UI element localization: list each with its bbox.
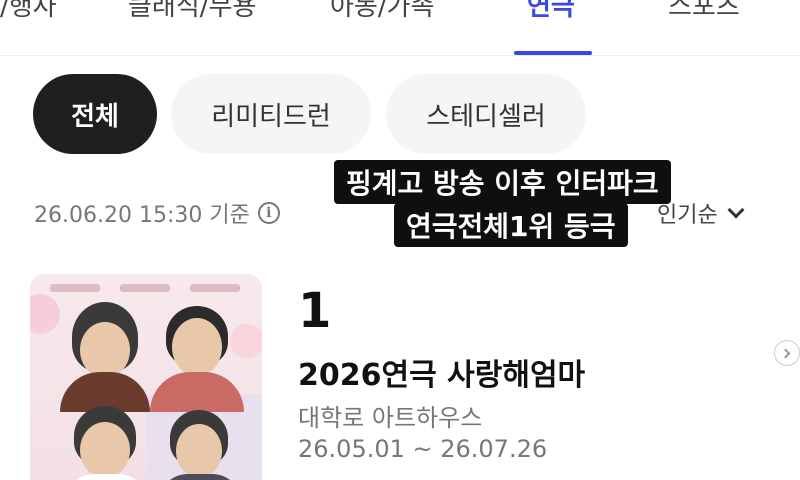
chip-all[interactable]: 전체 [33, 74, 157, 154]
active-tab-indicator [514, 51, 592, 55]
caption-line-1: 핑계고 방송 이후 인터파크 [334, 160, 671, 204]
tab-event[interactable]: /행사 [0, 0, 57, 23]
info-icon[interactable]: i [257, 202, 280, 224]
tab-play[interactable]: 연극 [527, 0, 575, 23]
show-venue: 대학로 아트하우스 [298, 404, 483, 432]
chip-steady-seller[interactable]: 스테디셀러 [386, 74, 586, 154]
ranking-timestamp: 26.06.20 15:30 기준 i [34, 197, 280, 229]
show-title[interactable]: 2026연극 사랑해엄마 [298, 350, 585, 394]
caption-line-2: 연극전체1위 등극 [394, 203, 628, 247]
show-poster[interactable] [30, 274, 262, 480]
tab-classic-dance[interactable]: 클래식/무용 [128, 0, 256, 23]
chevron-right-icon[interactable] [774, 340, 800, 366]
tab-kids-family[interactable]: 아동/가족 [330, 0, 434, 23]
tab-sports[interactable]: 스포츠 [668, 0, 740, 23]
chevron-down-icon [727, 201, 745, 219]
show-dates: 26.05.01 ~ 26.07.26 [298, 435, 548, 463]
chip-limited-run[interactable]: 리미티드런 [171, 74, 371, 154]
timestamp-text: 26.06.20 15:30 기준 [34, 203, 250, 228]
rank-number: 1 [298, 283, 332, 339]
category-tab-bar: /행사 클래식/무용 아동/가족 연극 스포츠 [0, 0, 800, 56]
